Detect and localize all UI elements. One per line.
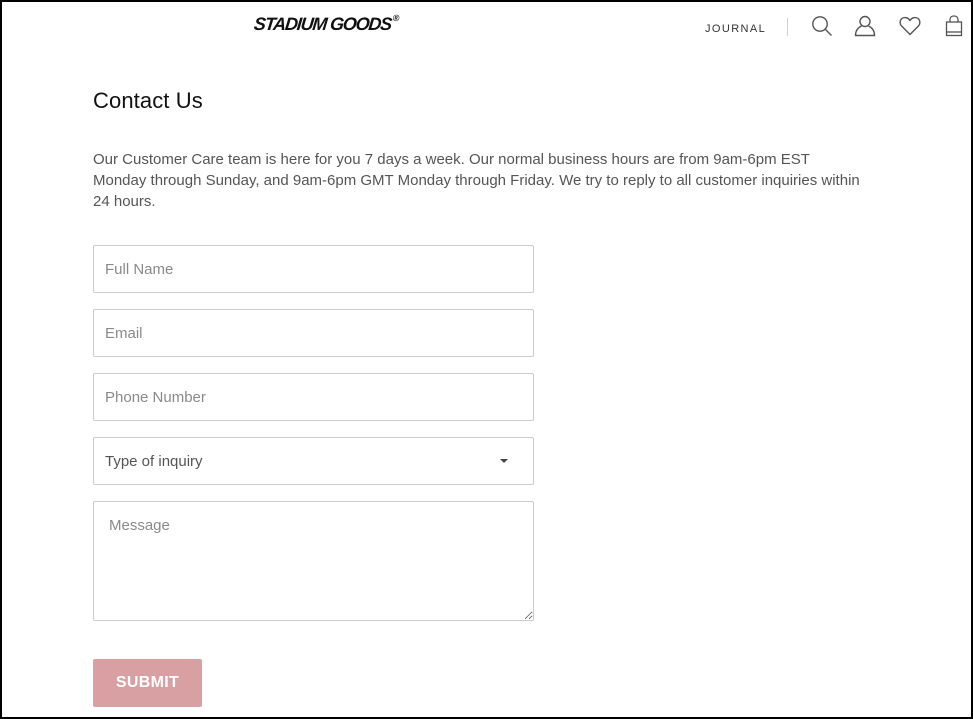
shopping-bag-button[interactable] — [942, 14, 966, 38]
chevron-down-icon — [500, 459, 508, 463]
inquiry-type-select[interactable]: Type of inquiry — [93, 437, 534, 485]
account-icon — [854, 15, 876, 37]
search-button[interactable] — [810, 14, 834, 38]
full-name-input[interactable] — [93, 245, 534, 293]
wishlist-heart-icon — [899, 16, 921, 36]
nav-divider — [787, 18, 788, 36]
phone-number-input[interactable] — [93, 373, 534, 421]
inquiry-type-selected: Type of inquiry — [105, 452, 203, 470]
wishlist-button[interactable] — [898, 14, 922, 38]
registered-mark: ® — [392, 13, 399, 23]
page-frame: STADIUM GOODS® JOURNAL Contact Us Our Cu… — [0, 0, 973, 719]
submit-button[interactable]: SUBMIT — [93, 659, 202, 707]
message-textarea[interactable] — [93, 501, 534, 621]
shopping-bag-icon — [945, 15, 963, 37]
page-title: Contact Us — [93, 88, 203, 113]
account-button[interactable] — [853, 14, 877, 38]
customer-care-intro: Our Customer Care team is here for you 7… — [93, 151, 860, 210]
nav-journal-link[interactable]: JOURNAL — [705, 23, 766, 35]
email-input[interactable] — [93, 309, 534, 357]
logo-text: STADIUM GOODS — [253, 14, 393, 34]
stadium-goods-logo[interactable]: STADIUM GOODS® — [253, 13, 399, 35]
search-icon — [812, 16, 832, 36]
